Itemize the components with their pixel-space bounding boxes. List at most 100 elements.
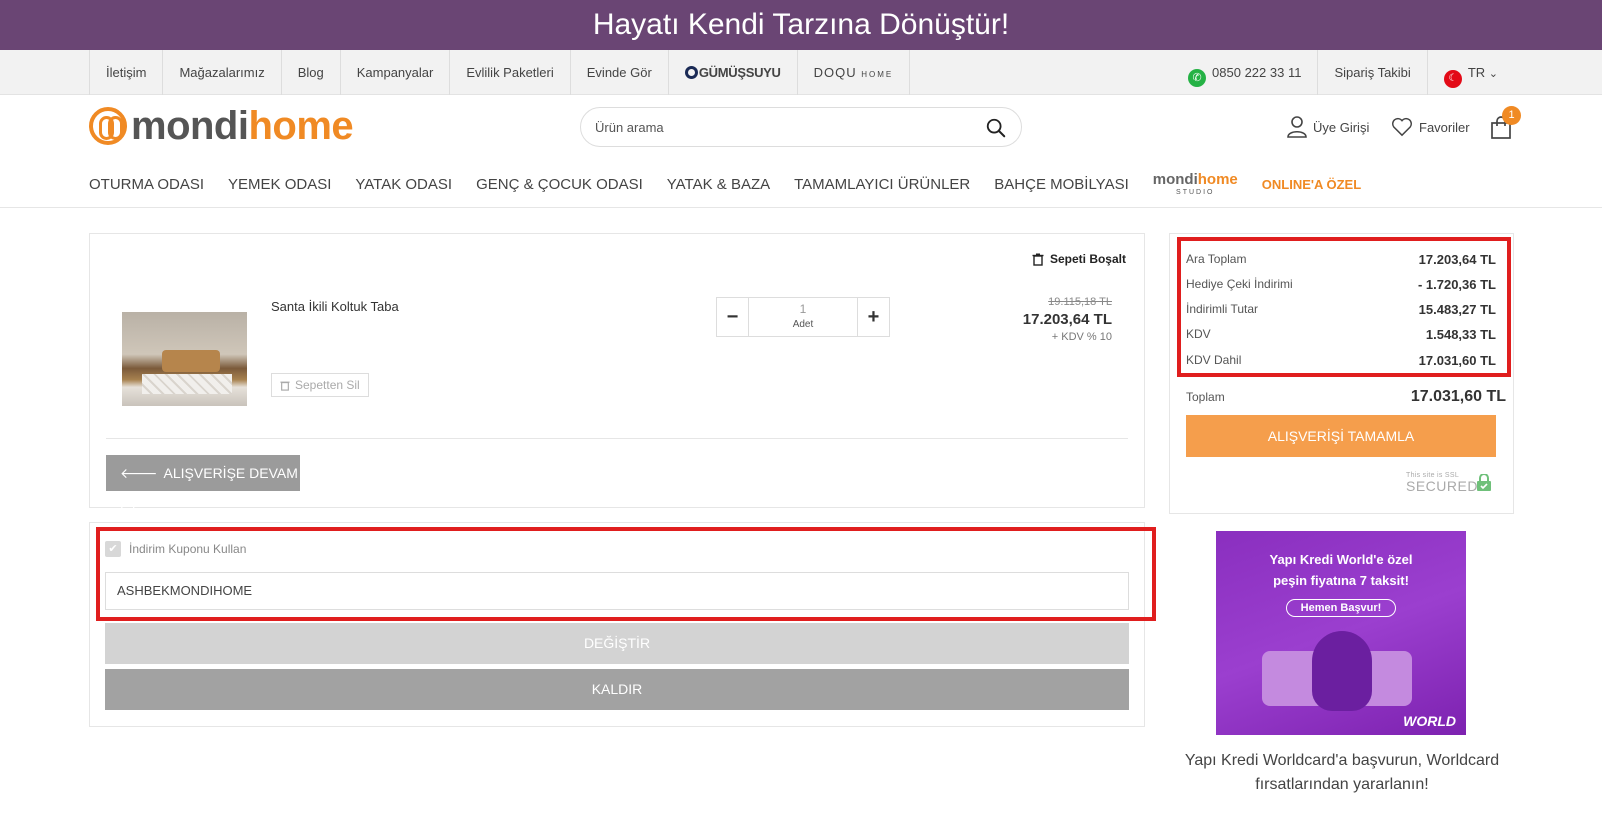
cart-button[interactable]: 1 bbox=[1490, 106, 1521, 142]
checkmark-icon: ✔ bbox=[105, 541, 121, 557]
arrow-left-icon: 🡐 bbox=[120, 465, 158, 481]
coupon-code-field[interactable]: ASHBEKMONDIHOME bbox=[105, 572, 1129, 610]
empty-cart-label: Sepeti Boşalt bbox=[1049, 252, 1126, 266]
login-label: Üye Girişi bbox=[1313, 119, 1370, 135]
nav-dining-room[interactable]: YEMEK ODASI bbox=[228, 176, 331, 193]
summary-row-vat-included: KDV Dahil 17.031,60 TL bbox=[1186, 350, 1496, 370]
summary-value: - 1.720,36 TL bbox=[1417, 276, 1496, 292]
language-label: TR bbox=[1467, 65, 1486, 80]
search-icon[interactable] bbox=[985, 117, 1007, 139]
topnav-wedding-packages[interactable]: Evlilik Paketleri bbox=[450, 50, 571, 95]
nav-studio-logo[interactable]: mondihome STUDIO bbox=[1153, 172, 1238, 196]
summary-label: Ara Toplam bbox=[1186, 252, 1247, 266]
summary-value: 15.483,27 TL bbox=[1418, 301, 1496, 317]
quantity-value[interactable]: 1 Adet bbox=[748, 298, 858, 336]
cart-count-badge: 1 bbox=[1502, 106, 1521, 125]
nav-bedroom[interactable]: YATAK ODASI bbox=[355, 176, 452, 193]
gumussuyu-logo-icon bbox=[684, 66, 698, 79]
nav-living-room[interactable]: OTURMA ODASI bbox=[89, 176, 204, 193]
quantity-number: 1 bbox=[799, 302, 807, 316]
continue-shopping-button[interactable]: 🡐 ALIŞVERİŞE DEVAM ET bbox=[106, 455, 300, 517]
total-label: Toplam bbox=[1186, 390, 1225, 404]
use-coupon-label: İndirim Kuponu Kullan bbox=[129, 542, 247, 556]
site-logo[interactable]: mondi home bbox=[89, 103, 354, 148]
worldcard-ad-banner[interactable]: Yapı Kredi World'e özel peşin fiyatına 7 … bbox=[1216, 531, 1466, 735]
nav-divider bbox=[0, 207, 1602, 208]
nav-online-special[interactable]: ONLINE'A ÖZEL bbox=[1262, 177, 1361, 192]
gumussuyu-label: GÜMÜŞSUYU bbox=[698, 65, 781, 80]
topnav-campaigns[interactable]: Kampanyalar bbox=[341, 50, 451, 95]
product-name[interactable]: Santa İkili Koltuk Taba bbox=[271, 299, 399, 314]
topnav-phone[interactable]: ✆ 0850 222 33 11 bbox=[1172, 50, 1319, 95]
topnav-see-at-home[interactable]: Evinde Gör bbox=[571, 50, 669, 95]
ad-headline-1: Yapı Kredi World'e özel bbox=[1269, 552, 1413, 567]
nav-kids-room[interactable]: GENÇ & ÇOCUK ODASI bbox=[476, 176, 643, 193]
remove-from-cart-button[interactable]: Sepetten Sil bbox=[271, 373, 369, 397]
chevron-down-icon: ⌄ bbox=[1488, 68, 1498, 80]
decrease-quantity-button[interactable]: − bbox=[717, 298, 748, 336]
summary-label: KDV Dahil bbox=[1186, 353, 1242, 367]
change-coupon-button[interactable]: DEĞİŞTİR bbox=[105, 623, 1129, 664]
whatsapp-icon: ✆ bbox=[1188, 69, 1207, 87]
summary-value: 17.203,64 TL bbox=[1418, 251, 1496, 267]
studio-logo-text: mondihome bbox=[1153, 172, 1238, 187]
price-block: 19.115,18 TL 17.203,64 TL + KDV % 10 bbox=[1023, 296, 1112, 343]
turkey-flag-icon: ☾ bbox=[1443, 70, 1462, 88]
ad-mascot-illustration bbox=[1312, 631, 1372, 711]
summary-row-subtotal: Ara Toplam 17.203,64 TL bbox=[1186, 249, 1496, 269]
main-navigation: OTURMA ODASI YEMEK ODASI YATAK ODASI GEN… bbox=[89, 168, 1385, 200]
lock-icon bbox=[1477, 474, 1491, 491]
top-navigation: İletişim Mağazalarımız Blog Kampanyalar … bbox=[0, 50, 1602, 95]
use-coupon-checkbox[interactable]: ✔ İndirim Kuponu Kullan bbox=[105, 541, 246, 557]
empty-cart-button[interactable]: Sepeti Boşalt bbox=[1032, 252, 1126, 266]
logo-mark-icon bbox=[89, 107, 127, 145]
current-price: 17.203,64 TL bbox=[1022, 311, 1112, 328]
summary-value: 1.548,33 TL bbox=[1425, 326, 1496, 342]
doqu-label: DOQU bbox=[813, 65, 857, 80]
logo-text-home: home bbox=[248, 103, 354, 148]
studio-logo-mondi: mondi bbox=[1152, 171, 1198, 188]
ad-apply-button[interactable]: Hemen Başvur! bbox=[1285, 599, 1397, 617]
topnav-blog[interactable]: Blog bbox=[282, 50, 341, 95]
search-input[interactable] bbox=[595, 108, 975, 146]
topnav-contact[interactable]: İletişim bbox=[90, 50, 164, 95]
favorites-link[interactable]: Favoriler bbox=[1391, 112, 1470, 142]
checkout-button[interactable]: ALIŞVERİŞİ TAMAMLA bbox=[1186, 415, 1496, 457]
remove-coupon-button[interactable]: KALDIR bbox=[105, 669, 1129, 710]
summary-row-discounted-amount: İndirimli Tutar 15.483,27 TL bbox=[1186, 299, 1496, 319]
user-icon bbox=[1287, 116, 1307, 138]
language-selector[interactable]: ☾ TR ⌄ bbox=[1428, 50, 1514, 95]
ad-caption: Yapı Kredi Worldcard'a başvurun, Worldca… bbox=[1184, 752, 1500, 793]
old-price: 19.115,18 TL bbox=[1048, 296, 1112, 308]
increase-quantity-button[interactable]: + bbox=[858, 298, 889, 336]
search-bar bbox=[580, 107, 1022, 147]
cart-panel: Sepeti Boşalt Santa İkili Koltuk Taba Se… bbox=[89, 233, 1145, 517]
quantity-unit: Adet bbox=[792, 319, 814, 331]
nav-complementary[interactable]: TAMAMLAYICI ÜRÜNLER bbox=[794, 176, 970, 193]
vat-note: + KDV % 10 bbox=[1051, 331, 1112, 343]
product-image[interactable] bbox=[122, 312, 247, 406]
summary-label: KDV bbox=[1186, 327, 1211, 341]
nav-garden[interactable]: BAHÇE MOBİLYASI bbox=[994, 176, 1128, 193]
topnav-gumussuyu-logo[interactable]: GÜMÜŞSUYU bbox=[669, 50, 798, 95]
quantity-stepper: − 1 Adet + bbox=[716, 297, 890, 337]
trash-icon bbox=[1032, 253, 1044, 266]
studio-logo-sub: STUDIO bbox=[1176, 189, 1215, 196]
topnav-stores[interactable]: Mağazalarımız bbox=[163, 50, 282, 95]
nav-bed-base[interactable]: YATAK & BAZA bbox=[667, 176, 770, 193]
summary-value: 17.031,60 TL bbox=[1418, 352, 1496, 368]
summary-row-gift-discount: Hediye Çeki İndirimi - 1.720,36 TL bbox=[1186, 274, 1496, 294]
topnav-doqu-logo[interactable]: DOQU HOME bbox=[798, 50, 911, 95]
ad-world-logo: WORLD bbox=[1403, 713, 1456, 729]
ad-headline-2: peşin fiyatına 7 taksit! bbox=[1273, 573, 1409, 588]
topnav-order-tracking[interactable]: Sipariş Takibi bbox=[1318, 50, 1428, 95]
summary-row-vat: KDV 1.548,33 TL bbox=[1186, 324, 1496, 344]
logo-text-mondi: mondi bbox=[131, 103, 249, 148]
product-image-sofa bbox=[162, 350, 220, 372]
summary-total: Toplam 17.031,60 TL bbox=[1186, 388, 1506, 406]
login-link[interactable]: Üye Girişi bbox=[1287, 112, 1369, 142]
promo-banner[interactable]: Hayatı Kendi Tarzına Dönüştür! bbox=[0, 0, 1602, 50]
studio-logo-home: home bbox=[1197, 171, 1238, 188]
total-value: 17.031,60 TL bbox=[1410, 388, 1506, 405]
summary-label: İndirimli Tutar bbox=[1186, 302, 1259, 316]
